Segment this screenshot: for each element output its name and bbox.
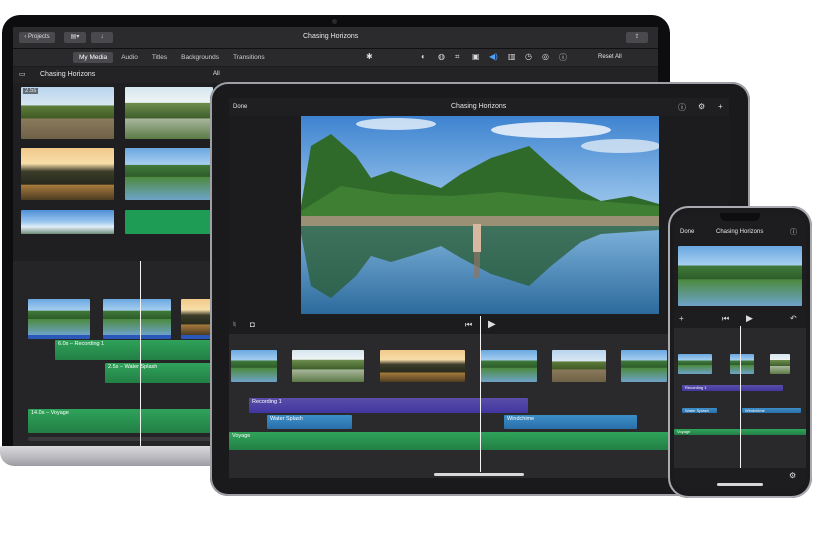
help-icon[interactable]: ⓘ	[678, 102, 686, 113]
color-balance-icon[interactable]: ◐	[421, 52, 426, 61]
sidebar-toggle-icon[interactable]: ▭	[19, 70, 26, 78]
tab-transitions[interactable]: Transitions	[227, 52, 271, 63]
media-clip-selected[interactable]	[125, 210, 213, 234]
add-icon[interactable]: +	[679, 314, 684, 323]
tab-titles[interactable]: Titles	[146, 52, 173, 63]
ipad-imovie-screen: Done Chasing Horizons ⓘ ⚙ + ♮ ◘ ⏮ ▶ Reco…	[229, 98, 729, 478]
camera-icon[interactable]: ◘	[250, 320, 255, 329]
ipad-header: Done Chasing Horizons ⓘ ⚙ +	[229, 98, 729, 116]
timeline-clip[interactable]	[103, 299, 171, 339]
ipad-done-button[interactable]: Done	[233, 104, 247, 110]
media-clip-lake[interactable]	[125, 148, 213, 200]
magic-wand-icon[interactable]: ✱	[366, 52, 373, 61]
share-button[interactable]: ⇪	[626, 32, 648, 43]
clip-duration-badge: 2.5s	[23, 88, 39, 94]
iphone-imovie-screen: Done Chasing Horizons ⓘ + ⏮ ▶ ↶ Recordin…	[674, 213, 806, 491]
microphone-icon[interactable]: ♮	[233, 320, 236, 329]
library-icon: ▤▾	[70, 34, 80, 40]
play-icon[interactable]: ▶	[488, 319, 496, 330]
ipad-audio-track-voyage[interactable]: Voyage	[229, 432, 729, 450]
media-clip-road[interactable]: 2.5s	[21, 87, 114, 139]
volume-icon[interactable]: ◀)	[489, 52, 498, 61]
media-clip-tree[interactable]	[125, 87, 213, 139]
ipad-audio-track-recording-1[interactable]: Recording 1	[249, 398, 528, 413]
media-browser: 2.5s	[13, 83, 213, 261]
home-indicator[interactable]	[717, 483, 763, 486]
camera	[332, 19, 337, 24]
skip-back-icon[interactable]: ⏮	[722, 314, 729, 324]
ipad-viewer	[301, 116, 659, 314]
iphone-audio-track-recording-1[interactable]: Recording 1	[682, 385, 783, 391]
playhead[interactable]	[140, 261, 141, 447]
filter-all-dropdown[interactable]: All	[213, 71, 220, 77]
color-correction-icon[interactable]: ◍	[438, 52, 445, 61]
import-button[interactable]: ↓	[91, 32, 113, 43]
ipad-timeline: Recording 1 Water Splash Windchime Voyag…	[229, 334, 729, 478]
add-icon[interactable]: +	[718, 102, 723, 111]
ipad-control-bar: ♮ ◘ ⏮ ▶	[229, 316, 729, 334]
iphone-timeline-clip[interactable]	[730, 354, 754, 374]
iphone-audio-track-windchime[interactable]: Windchime	[742, 408, 801, 413]
speed-icon[interactable]: ◷	[525, 52, 532, 61]
projects-button[interactable]: ‹ Projects	[19, 32, 55, 43]
iphone-timeline-clip[interactable]	[770, 354, 790, 374]
ipad-project-title: Chasing Horizons	[451, 103, 507, 110]
undo-icon[interactable]: ↶	[790, 314, 797, 323]
iphone-device: Done Chasing Horizons ⓘ + ⏮ ▶ ↶ Recordin…	[668, 206, 812, 498]
tab-my-media[interactable]: My Media	[73, 52, 114, 63]
ipad-timeline-clip[interactable]	[621, 350, 667, 382]
media-clip-sunset[interactable]	[21, 148, 114, 200]
timeline-clip[interactable]	[28, 299, 90, 339]
ipad-playhead[interactable]	[480, 316, 481, 472]
mac-title-bar: ‹ Projects ▤▾ ↓ Chasing Horizons ⇪	[13, 27, 658, 49]
timeline-scrollbar[interactable]	[28, 437, 218, 441]
iphone-playhead[interactable]	[740, 326, 741, 468]
window-title: Chasing Horizons	[303, 33, 359, 40]
iphone-project-title: Chasing Horizons	[716, 229, 764, 235]
ipad-audio-track-water-splash[interactable]: Water Splash	[267, 415, 352, 429]
audio-track-water-splash[interactable]: 2.5s – Water Splash	[105, 363, 218, 383]
share-icon: ⇪	[634, 34, 640, 40]
ipad-timeline-clip[interactable]	[481, 350, 537, 382]
ipad-timeline-clip[interactable]	[552, 350, 606, 382]
ipad-timeline-clip[interactable]	[292, 350, 364, 382]
reset-all-button[interactable]: Reset All	[598, 54, 622, 60]
iphone-notch	[720, 213, 760, 221]
media-tabs: My Media Audio Titles Backgrounds Transi…	[73, 52, 271, 63]
viewer-frame-image	[301, 116, 659, 314]
filter-icon[interactable]: ◎	[542, 52, 549, 61]
home-indicator[interactable]	[434, 473, 524, 476]
audio-track-recording-1[interactable]: 6.0s – Recording 1	[55, 340, 218, 360]
tab-audio[interactable]: Audio	[115, 52, 144, 63]
stabilization-icon[interactable]: ▣	[472, 52, 480, 61]
audio-track-voyage[interactable]: 14.0s – Voyage	[28, 409, 221, 433]
iphone-audio-track-water-splash[interactable]: Water Splash	[682, 408, 717, 413]
settings-icon[interactable]: ⚙	[698, 102, 705, 111]
play-icon[interactable]: ▶	[746, 313, 753, 324]
mac-toolbar: My Media Audio Titles Backgrounds Transi…	[13, 49, 658, 66]
settings-icon[interactable]: ⚙	[789, 471, 796, 480]
media-clip-sky[interactable]	[21, 210, 114, 234]
info-icon[interactable]: ⓘ	[559, 52, 567, 63]
crop-icon[interactable]: ⌗	[455, 52, 460, 62]
arrow-down-icon: ↓	[100, 34, 104, 40]
library-bar: ▭ Chasing Horizons All	[13, 67, 658, 83]
ipad-timeline-clip[interactable]	[380, 350, 465, 382]
help-icon[interactable]: ⓘ	[790, 227, 797, 237]
tab-backgrounds[interactable]: Backgrounds	[175, 52, 225, 63]
ipad-audio-track-windchime[interactable]: Windchime	[504, 415, 637, 429]
iphone-done-button[interactable]: Done	[680, 229, 694, 235]
iphone-control-bar: + ⏮ ▶ ↶	[674, 312, 806, 326]
library-toggle-button[interactable]: ▤▾	[64, 32, 86, 43]
ipad-timeline-clip[interactable]	[231, 350, 277, 382]
iphone-viewer	[678, 246, 802, 306]
iphone-timeline-clip[interactable]	[678, 354, 712, 374]
library-title: Chasing Horizons	[40, 71, 96, 78]
iphone-header: Done Chasing Horizons ⓘ	[674, 227, 806, 241]
skip-back-icon[interactable]: ⏮	[465, 320, 472, 330]
noise-reduction-icon[interactable]: ▥	[508, 52, 516, 61]
